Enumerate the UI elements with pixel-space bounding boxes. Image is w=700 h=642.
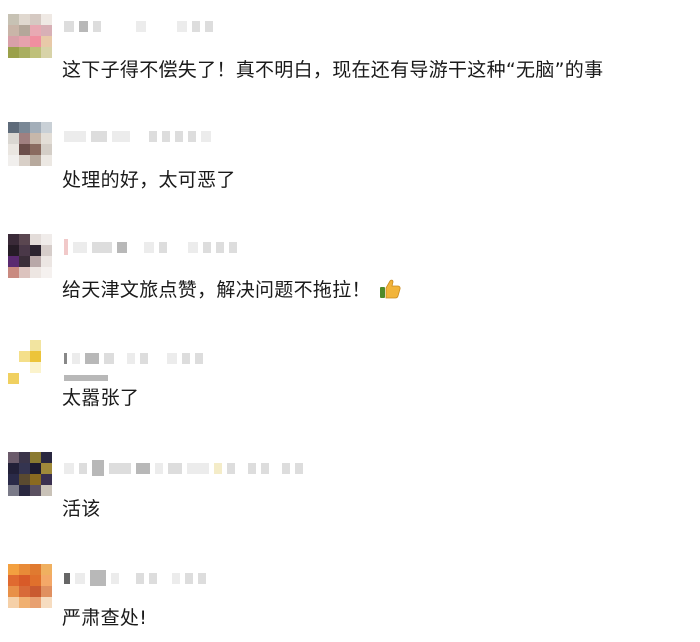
avatar[interactable] bbox=[8, 122, 52, 166]
thumbs-up-icon bbox=[379, 279, 401, 299]
username-blurred[interactable] bbox=[64, 350, 203, 366]
comment-text: 严肃查处! bbox=[62, 607, 148, 629]
comment-text: 活该 bbox=[62, 498, 101, 520]
username-blurred[interactable] bbox=[64, 128, 211, 144]
comment-text: 处理的好，太可恶了 bbox=[62, 169, 236, 191]
username-blurred-line2 bbox=[64, 370, 108, 386]
username-blurred[interactable] bbox=[64, 570, 206, 586]
avatar[interactable] bbox=[8, 340, 52, 384]
comment-text: 这下子得不偿失了！真不明白，现在还有导游干这种“无脑”的事 bbox=[62, 59, 604, 81]
avatar[interactable] bbox=[8, 564, 52, 608]
username-blurred[interactable] bbox=[64, 18, 213, 34]
username-blurred[interactable] bbox=[64, 460, 303, 476]
comment-text: 太嚣张了 bbox=[62, 387, 140, 409]
username-blurred[interactable] bbox=[64, 239, 237, 255]
avatar[interactable] bbox=[8, 14, 52, 58]
comment-text: 给天津文旅点赞，解决问题不拖拉！ bbox=[62, 278, 401, 302]
avatar[interactable] bbox=[8, 234, 52, 278]
comment-text-content: 给天津文旅点赞，解决问题不拖拉！ bbox=[62, 279, 371, 301]
avatar[interactable] bbox=[8, 452, 52, 496]
